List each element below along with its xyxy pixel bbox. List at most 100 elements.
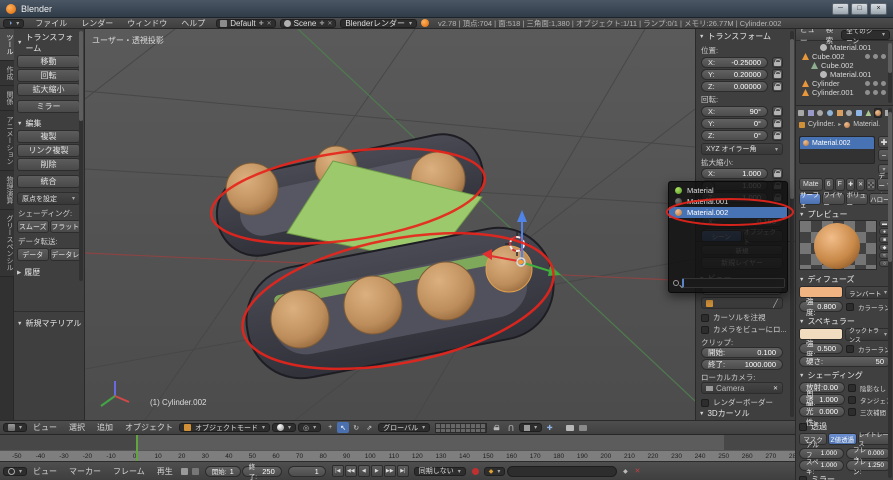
panel-transform-header[interactable]: トランスフォーム bbox=[17, 32, 81, 54]
shade-smooth-button[interactable]: スムーズ bbox=[17, 220, 49, 233]
lock-icon[interactable] bbox=[772, 118, 783, 129]
shading-panel-header[interactable]: シェーディング bbox=[799, 370, 863, 381]
redo-panel-header[interactable]: 新規マテリアル bbox=[17, 318, 81, 329]
viewport-canvas[interactable] bbox=[85, 29, 695, 420]
info-menus[interactable]: ファイルレンダーウィンドウヘルプ bbox=[28, 18, 212, 29]
render-engine-select[interactable]: Blenderレンダー▾ bbox=[340, 19, 417, 28]
next-keyframe-icon[interactable]: ▶▶ bbox=[384, 465, 396, 477]
outliner-row[interactable]: Cube.002 bbox=[796, 52, 893, 61]
snap-plus-icon[interactable]: ✚ bbox=[544, 422, 555, 433]
lock-object-picker[interactable]: ╱ bbox=[701, 297, 783, 309]
manipulator-toggle[interactable]: + bbox=[324, 422, 336, 433]
outliner-filter-dropdown[interactable]: 全てのシーン▾ bbox=[841, 30, 890, 40]
play-reverse-icon[interactable]: ◀ bbox=[358, 465, 370, 477]
blend-slider[interactable]: ブレン:1.250 bbox=[846, 460, 891, 471]
transparency-panel-header[interactable]: 透過 bbox=[799, 421, 827, 432]
material-slot-row[interactable]: Material.002 bbox=[800, 137, 874, 149]
eye-icon[interactable] bbox=[865, 54, 870, 59]
delete-scene-button[interactable]: ✕ bbox=[327, 20, 332, 27]
timeline-content[interactable] bbox=[0, 435, 795, 450]
lock-icon[interactable] bbox=[772, 168, 783, 179]
rotation-mode-dropdown[interactable]: XYZ オイラー角▾ bbox=[701, 143, 783, 155]
preview-panel-header[interactable]: プレビュー bbox=[799, 209, 847, 220]
lock-icon[interactable] bbox=[772, 106, 783, 117]
cursor-select-icon[interactable] bbox=[873, 90, 878, 95]
sync-dropdown[interactable]: 同期しない▾ bbox=[414, 467, 466, 476]
maximize-button[interactable]: □ bbox=[851, 3, 868, 15]
diffuse-panel-header[interactable]: ディフューズ bbox=[799, 274, 855, 285]
mirror-button[interactable]: ミラー bbox=[17, 100, 80, 113]
eyedropper-icon[interactable]: ╱ bbox=[773, 299, 778, 308]
object-tab-icon[interactable] bbox=[835, 108, 844, 118]
toolshelf-scrollbar[interactable] bbox=[79, 31, 83, 281]
menu-item[interactable]: ファイル bbox=[28, 18, 74, 29]
play-icon[interactable]: ▶ bbox=[371, 465, 383, 477]
lock-icon[interactable] bbox=[772, 81, 783, 92]
type-volume-button[interactable]: ボリュー bbox=[846, 193, 868, 205]
close-button[interactable]: × bbox=[870, 3, 887, 15]
mode-dropdown[interactable]: オブジェクトモード▾ bbox=[179, 423, 270, 432]
rotation-x-field[interactable]: X:90° bbox=[701, 106, 768, 117]
material-slot-list[interactable]: Material.002 bbox=[799, 136, 875, 164]
translate-manipulator-icon[interactable]: ↖ bbox=[337, 422, 349, 433]
linked-duplicate-button[interactable]: リンク複製 bbox=[17, 144, 80, 157]
material-tab-icon[interactable] bbox=[874, 108, 883, 118]
tab-create[interactable]: 作成 bbox=[0, 61, 14, 86]
camera-restrict-icon[interactable] bbox=[881, 81, 886, 86]
minimize-button[interactable]: ─ bbox=[832, 3, 849, 15]
camera-restrict-icon[interactable] bbox=[881, 54, 886, 59]
titlebar[interactable]: Blender ─ □ × bbox=[0, 0, 893, 18]
render-border-checkbox[interactable]: レンダーボーダー bbox=[701, 397, 791, 408]
local-camera-field[interactable]: Camera✕ bbox=[701, 382, 783, 394]
data-tab-icon[interactable] bbox=[864, 108, 873, 118]
snap-element-dropdown[interactable]: ▾ bbox=[519, 423, 542, 432]
prev-keyframe-icon[interactable]: ◀◀ bbox=[345, 465, 357, 477]
render-tab-icon[interactable] bbox=[797, 108, 806, 118]
popup-item-material-001[interactable]: Material.001 bbox=[669, 196, 787, 207]
type-surface-button[interactable]: サーフェ bbox=[799, 193, 821, 205]
scale-manipulator-icon[interactable]: ⇗ bbox=[363, 422, 375, 433]
lock-time-icon[interactable] bbox=[190, 466, 201, 477]
shade-flat-button[interactable]: フラット bbox=[50, 220, 82, 233]
timeline-ruler[interactable]: -50-40-30-20-100102030405060708090100110… bbox=[0, 450, 795, 461]
use-preview-range-icon[interactable] bbox=[179, 466, 190, 477]
tab-tools[interactable]: ツール bbox=[0, 29, 14, 61]
modifiers-tab-icon[interactable] bbox=[855, 108, 864, 118]
location-x-field[interactable]: X:-0.25000 bbox=[701, 57, 768, 68]
menu-item[interactable]: ビュー bbox=[27, 422, 63, 433]
screen-layout-selector[interactable]: Default✚✕ bbox=[216, 19, 275, 28]
tab-relations[interactable]: 関係 bbox=[0, 86, 14, 111]
data-transfer-button[interactable]: データ bbox=[17, 248, 49, 261]
move-button[interactable]: 移動 bbox=[17, 55, 80, 68]
menu-item[interactable]: 追加 bbox=[91, 422, 119, 433]
playhead[interactable] bbox=[136, 435, 138, 461]
duplicate-button[interactable]: 複製 bbox=[17, 130, 80, 143]
end-frame-field[interactable]: 終了:250 bbox=[242, 466, 282, 477]
cursor-select-icon[interactable] bbox=[873, 54, 878, 59]
tangent-checkbox[interactable]: タンジェント.. bbox=[848, 395, 892, 405]
diffuse-shader-dropdown[interactable]: ランバート▾ bbox=[845, 286, 891, 299]
editor-type-button[interactable]: ◑▾ bbox=[3, 19, 24, 28]
specular-panel-header[interactable]: スペキュラー bbox=[799, 316, 855, 327]
hardness-slider[interactable]: 硬さ:50 bbox=[799, 356, 891, 367]
pivot-dropdown[interactable]: ◎▾ bbox=[298, 423, 321, 432]
outliner-scrollbar[interactable] bbox=[888, 43, 892, 103]
render-opengl-icon[interactable] bbox=[563, 422, 576, 433]
world-tab-icon[interactable] bbox=[826, 108, 835, 118]
specular-alpha-slider[interactable]: スペキ:1.000 bbox=[799, 460, 844, 471]
add-scene-button[interactable]: ✚ bbox=[319, 20, 324, 27]
viewport-shading-dropdown[interactable]: ▾ bbox=[272, 423, 296, 432]
scale-button[interactable]: 拡大縮小 bbox=[17, 83, 80, 96]
lock-icon[interactable] bbox=[772, 57, 783, 68]
rotation-z-field[interactable]: Z:0° bbox=[701, 130, 768, 141]
join-button[interactable]: 統合 bbox=[17, 175, 80, 188]
rotation-y-field[interactable]: Y:0° bbox=[701, 118, 768, 129]
layers-grid[interactable] bbox=[435, 423, 487, 433]
menu-item[interactable]: フレーム bbox=[107, 466, 151, 477]
constraints-tab-icon[interactable] bbox=[845, 108, 854, 118]
diffuse-intensity-slider[interactable]: 強度:0.800 bbox=[799, 301, 843, 312]
tab-grease-pencil[interactable]: グリースペンシル bbox=[0, 210, 14, 277]
npanel-scrollbar[interactable] bbox=[790, 31, 794, 417]
scale-x-field[interactable]: X:1.000 bbox=[701, 168, 768, 179]
eye-icon[interactable] bbox=[865, 81, 870, 86]
